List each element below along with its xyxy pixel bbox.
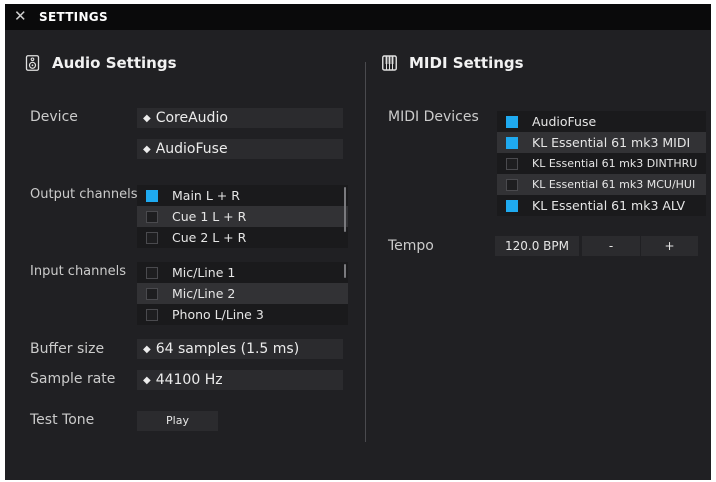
midi-devices-label: MIDI Devices <box>388 109 479 125</box>
device-interface-value: AudioFuse <box>155 141 228 157</box>
channel-label: Main L + R <box>172 188 240 203</box>
channel-label: Mic/Line 2 <box>172 286 236 301</box>
checkbox[interactable] <box>146 210 158 223</box>
tempo-increment-button[interactable]: + <box>641 236 698 256</box>
checkbox[interactable] <box>506 178 518 191</box>
list-item[interactable]: KL Essential 61 mk3 DINTHRU <box>497 153 706 174</box>
test-tone-label: Test Tone <box>30 412 95 428</box>
list-item[interactable]: AudioFuse <box>497 111 706 132</box>
scrollbar[interactable] <box>344 264 346 278</box>
list-item[interactable]: Cue 2 L + R <box>137 227 348 248</box>
output-channels-label: Output channels <box>30 187 138 202</box>
window-title: SETTINGS <box>39 10 108 24</box>
settings-window: ✕ SETTINGS Audio Settings MIDI Settings … <box>5 4 711 480</box>
tempo-label: Tempo <box>388 238 434 254</box>
list-item[interactable]: Main L + R <box>137 185 348 206</box>
input-channels-label: Input channels <box>30 264 127 279</box>
device-interface-select[interactable]: ◆ AudioFuse <box>137 139 343 159</box>
scrollbar[interactable] <box>344 187 346 232</box>
speaker-icon <box>25 55 40 71</box>
channel-label: Mic/Line 1 <box>172 265 236 280</box>
midi-settings-heading: MIDI Settings <box>382 52 524 74</box>
list-item[interactable]: KL Essential 61 mk3 MCU/HUI <box>497 174 706 195</box>
device-label: Device <box>30 109 78 125</box>
sample-rate-value: 44100 Hz <box>155 372 223 388</box>
midi-device-label: KL Essential 61 mk3 MIDI <box>532 135 691 150</box>
input-channels-list[interactable]: Mic/Line 1 Mic/Line 2 Phono L/Line 3 <box>137 262 348 325</box>
checkbox[interactable] <box>146 231 158 244</box>
title-bar: ✕ SETTINGS <box>5 4 711 30</box>
midi-settings-title: MIDI Settings <box>409 54 524 72</box>
checkbox[interactable] <box>506 115 518 128</box>
list-item[interactable]: KL Essential 61 mk3 MIDI <box>497 132 706 153</box>
audio-settings-heading: Audio Settings <box>25 52 177 74</box>
buffer-size-label: Buffer size <box>30 341 105 357</box>
channel-label: Phono L/Line 3 <box>172 307 264 322</box>
device-driver-select[interactable]: ◆ CoreAudio <box>137 108 343 128</box>
tempo-value-field[interactable]: 120.0 BPM <box>495 236 579 256</box>
piano-keys-icon <box>382 55 397 71</box>
audio-settings-title: Audio Settings <box>52 54 177 72</box>
list-item[interactable]: Mic/Line 1 <box>137 262 348 283</box>
checkbox[interactable] <box>146 308 158 321</box>
up-down-arrows-icon: ◆ <box>143 113 151 124</box>
output-channels-list[interactable]: Main L + R Cue 1 L + R Cue 2 L + R <box>137 185 348 248</box>
list-item[interactable]: Cue 1 L + R <box>137 206 348 227</box>
midi-device-label: KL Essential 61 mk3 MCU/HUI <box>532 178 696 191</box>
list-item[interactable]: Phono L/Line 3 <box>137 304 348 325</box>
checkbox[interactable] <box>506 157 518 170</box>
buffer-size-select[interactable]: ◆ 64 samples (1.5 ms) <box>137 339 343 359</box>
up-down-arrows-icon: ◆ <box>143 144 151 155</box>
checkbox[interactable] <box>506 199 518 212</box>
channel-label: Cue 2 L + R <box>172 230 247 245</box>
device-driver-value: CoreAudio <box>155 110 228 126</box>
list-item[interactable]: Mic/Line 2 <box>137 283 348 304</box>
checkbox[interactable] <box>146 287 158 300</box>
channel-label: Cue 1 L + R <box>172 209 247 224</box>
midi-device-label: KL Essential 61 mk3 DINTHRU <box>532 157 698 170</box>
midi-device-label: KL Essential 61 mk3 ALV <box>532 198 686 213</box>
buffer-size-value: 64 samples (1.5 ms) <box>155 341 300 357</box>
sample-rate-label: Sample rate <box>30 371 116 387</box>
midi-devices-list[interactable]: AudioFuse KL Essential 61 mk3 MIDI KL Es… <box>497 111 706 216</box>
list-item[interactable]: KL Essential 61 mk3 ALV <box>497 195 706 216</box>
midi-device-label: AudioFuse <box>532 114 597 129</box>
tempo-decrement-button[interactable]: - <box>582 236 640 256</box>
up-down-arrows-icon: ◆ <box>143 344 151 355</box>
play-button[interactable]: Play <box>137 411 218 431</box>
close-icon[interactable]: ✕ <box>14 7 27 25</box>
up-down-arrows-icon: ◆ <box>143 375 151 386</box>
section-divider <box>365 62 366 442</box>
checkbox[interactable] <box>146 189 158 202</box>
checkbox[interactable] <box>146 266 158 279</box>
checkbox[interactable] <box>506 136 518 149</box>
sample-rate-select[interactable]: ◆ 44100 Hz <box>137 370 343 390</box>
